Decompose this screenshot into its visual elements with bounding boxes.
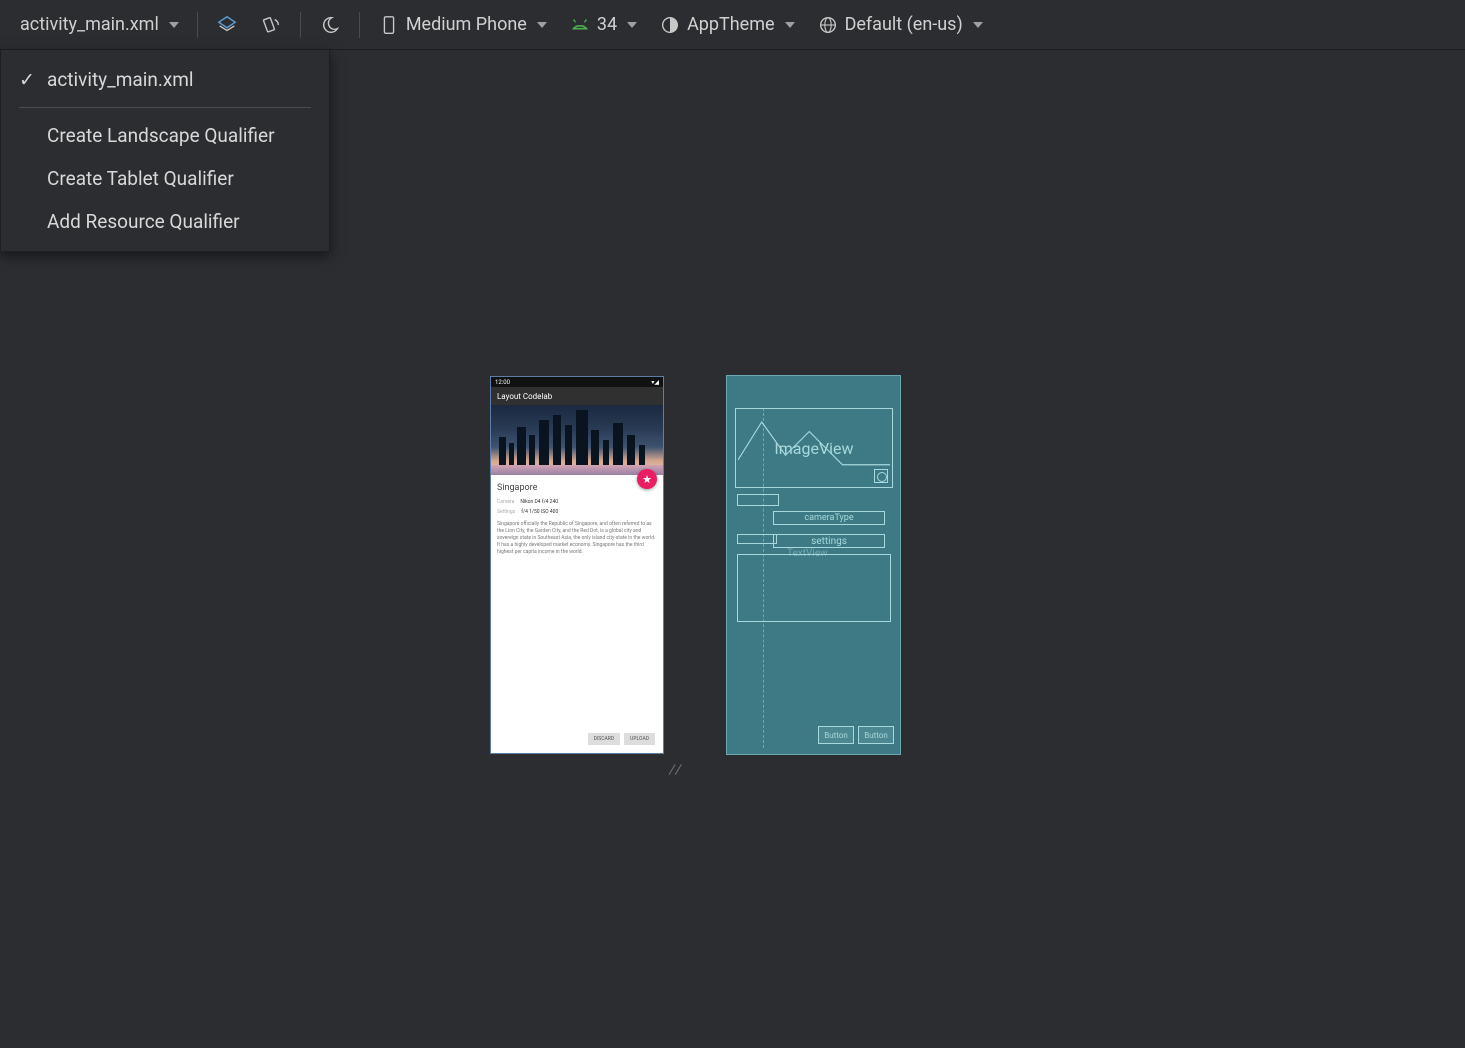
moon-icon [319, 14, 341, 36]
blueprint-preview[interactable]: ImageView cameraType settings TextView B… [726, 375, 901, 755]
api-level-selector[interactable]: 34 [559, 8, 647, 42]
check-icon: ✓ [19, 68, 37, 91]
content-title: Singapore [497, 483, 657, 493]
locale-label: Default (en-us) [845, 14, 963, 35]
theme-label: AppTheme [687, 14, 775, 35]
device-selector[interactable]: Medium Phone [368, 8, 557, 42]
header-image [491, 405, 663, 475]
chevron-down-icon [973, 22, 983, 28]
design-surface-toggle[interactable] [206, 8, 248, 42]
content-area: Singapore Camera Nikon D4 f/4 240 Settin… [491, 475, 663, 564]
bp-textview[interactable] [737, 554, 891, 622]
chevron-down-icon [785, 22, 795, 28]
sun-icon [874, 469, 888, 483]
api-level-label: 34 [597, 14, 617, 35]
divider [300, 12, 301, 38]
bp-button1[interactable]: Button [818, 726, 854, 744]
upload-button[interactable]: UPLOAD [624, 733, 655, 745]
theme-selector[interactable]: AppTheme [649, 8, 805, 42]
status-bar: 12:00 ▾◢ [491, 377, 663, 387]
chevron-down-icon [169, 22, 179, 28]
camera-label: Camera [497, 499, 514, 505]
layout-file-selector[interactable]: activity_main.xml [10, 8, 189, 41]
star-icon: ★ [642, 473, 652, 486]
preview-buttons: DISCARD UPLOAD [588, 733, 655, 745]
dropdown-file-label: activity_main.xml [47, 68, 194, 91]
bp-button-label: Button [824, 731, 848, 740]
bp-label-box[interactable] [737, 534, 777, 544]
bp-camera-label: cameraType [804, 513, 853, 523]
android-icon [569, 14, 591, 36]
resize-handle[interactable]: ⁄⁄ [668, 760, 680, 781]
dropdown-item-label: Create Landscape Qualifier [47, 124, 275, 147]
dropdown-item-label: Create Tablet Qualifier [47, 167, 234, 190]
dropdown-create-tablet[interactable]: Create Tablet Qualifier [1, 157, 329, 200]
device-label: Medium Phone [406, 14, 527, 35]
app-bar-title: Layout Codelab [497, 392, 552, 401]
divider [197, 12, 198, 38]
bp-camera-field[interactable]: cameraType [773, 511, 885, 525]
status-time: 12:00 [495, 379, 510, 386]
phone-icon [378, 14, 400, 36]
contrast-icon [659, 14, 681, 36]
design-toolbar: activity_main.xml Medium Phone [0, 0, 1465, 50]
bp-imageview[interactable]: ImageView [735, 408, 893, 488]
globe-icon [817, 14, 839, 36]
chevron-down-icon [537, 22, 547, 28]
dropdown-create-landscape[interactable]: Create Landscape Qualifier [1, 114, 329, 157]
app-bar: Layout Codelab [491, 387, 663, 405]
settings-value: f/4 1/50 ISO 400 [521, 509, 558, 515]
rotate-icon [260, 14, 282, 36]
camera-value: Nikon D4 f/4 240 [520, 499, 558, 505]
orientation-toggle[interactable] [250, 8, 292, 42]
bp-button-label: Button [864, 731, 888, 740]
divider [359, 12, 360, 38]
bp-label-box[interactable] [737, 494, 779, 506]
locale-selector[interactable]: Default (en-us) [807, 8, 993, 42]
bp-button2[interactable]: Button [858, 726, 894, 744]
bp-settings-label: settings [811, 536, 847, 547]
divider [19, 107, 311, 108]
bp-settings-field[interactable]: settings [773, 534, 885, 548]
design-preview[interactable]: 12:00 ▾◢ Layout Codelab ★ Singapore Came… [490, 376, 664, 754]
fab-star[interactable]: ★ [637, 469, 657, 489]
dropdown-current-file[interactable]: ✓ activity_main.xml [1, 58, 329, 101]
dropdown-add-qualifier[interactable]: Add Resource Qualifier [1, 200, 329, 243]
file-name-label: activity_main.xml [20, 14, 159, 35]
content-body: Singapore officially the Republic of Sin… [497, 521, 657, 556]
night-mode-toggle[interactable] [309, 8, 351, 42]
layout-variant-dropdown: ✓ activity_main.xml Create Landscape Qua… [0, 50, 330, 252]
dropdown-item-label: Add Resource Qualifier [47, 210, 240, 233]
settings-label: Settings [497, 509, 515, 515]
layers-icon [216, 14, 238, 36]
mountain-icon [738, 411, 890, 471]
chevron-down-icon [627, 22, 637, 28]
discard-button[interactable]: DISCARD [588, 733, 621, 745]
status-icons: ▾◢ [651, 379, 659, 386]
